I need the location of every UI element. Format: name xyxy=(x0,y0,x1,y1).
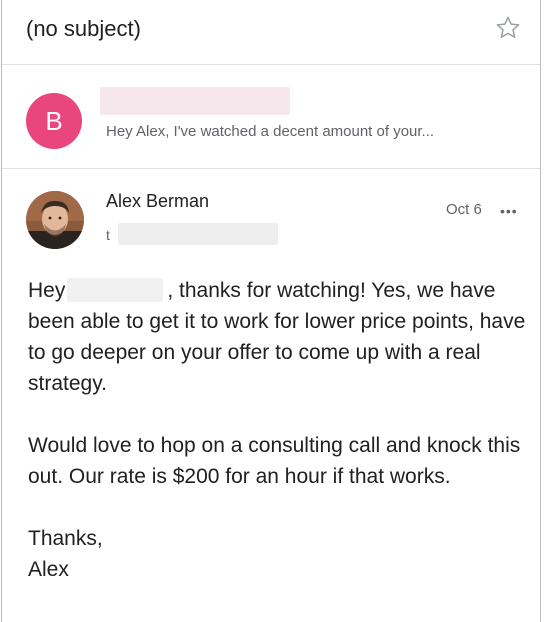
subject-bar: (no subject) xyxy=(2,0,540,65)
more-horizontal-icon[interactable]: ••• xyxy=(500,203,518,219)
avatar: B xyxy=(26,93,82,149)
message-snippet: Hey Alex, I've watched a decent amount o… xyxy=(106,123,435,140)
collapsed-message[interactable]: B Hey Alex, I've watched a decent amount… xyxy=(2,65,540,169)
signoff: Thanks, xyxy=(28,527,103,550)
sender-name: Alex Berman xyxy=(106,191,210,211)
email-subject: (no subject) xyxy=(26,16,141,41)
recipient-line[interactable]: t xyxy=(106,227,110,243)
greeting: Hey xyxy=(28,279,66,302)
redacted-sender-name xyxy=(100,87,290,115)
message-body: Hey, thanks for watching! Yes, we have b… xyxy=(28,275,528,585)
star-icon[interactable] xyxy=(494,14,522,42)
redacted-recipient xyxy=(118,223,278,245)
body-paragraph-2: Would love to hop on a consulting call a… xyxy=(28,434,521,488)
body-paragraph-1: Hey, thanks for watching! Yes, we have b… xyxy=(28,275,528,399)
email-thread: (no subject) B Hey Alex, I've watched a … xyxy=(1,0,541,622)
expanded-message: Alex Berman t Oct 6 ••• Hey, thanks for … xyxy=(2,169,540,622)
redacted-name xyxy=(67,278,164,302)
signature: Alex xyxy=(28,558,69,581)
message-date: Oct 6 xyxy=(446,201,482,218)
avatar xyxy=(26,191,84,249)
